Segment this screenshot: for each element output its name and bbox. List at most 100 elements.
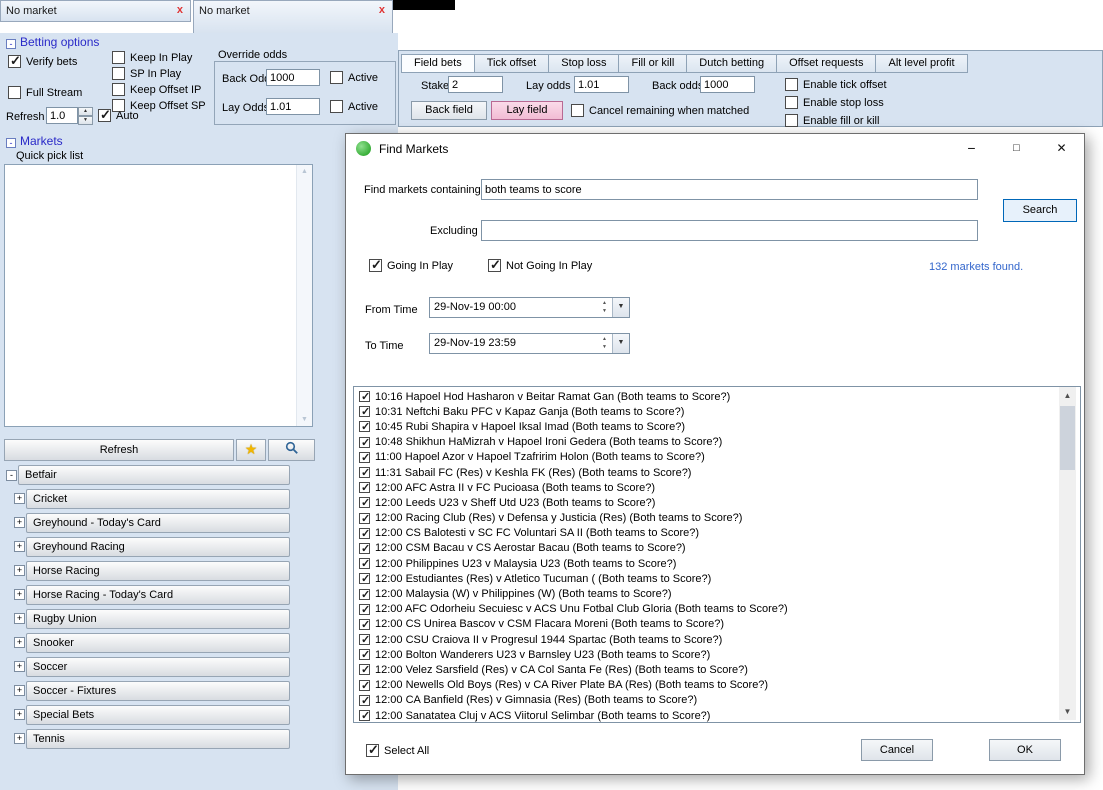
market-checkbox[interactable] [359, 573, 370, 584]
quick-pick-scrollbar[interactable]: ▲ ▼ [296, 165, 312, 426]
field-tab[interactable]: Field bets [401, 54, 475, 73]
excluding-input[interactable] [481, 220, 978, 241]
field-tab[interactable]: Offset requests [777, 54, 876, 73]
keep-in-play-checkbox[interactable] [112, 51, 125, 64]
refresh-interval-input[interactable] [46, 107, 78, 124]
market-row[interactable]: 12:00 Estudiantes (Res) v Atletico Tucum… [354, 571, 1080, 586]
refresh-button[interactable]: Refresh [4, 439, 234, 461]
expand-icon[interactable]: + [14, 565, 25, 576]
market-row[interactable]: 10:16 Hapoel Hod Hasharon v Beitar Ramat… [354, 389, 1080, 404]
enable-tick-offset-checkbox[interactable] [785, 78, 798, 91]
tab-no-market-1[interactable]: No market x [0, 0, 191, 22]
spin-up-icon[interactable]: ▲ [78, 107, 93, 116]
enable-stop-loss-checkbox[interactable] [785, 96, 798, 109]
tree-item[interactable]: Special Bets [26, 705, 290, 725]
field-tab[interactable]: Stop loss [549, 54, 619, 73]
market-checkbox[interactable] [359, 452, 370, 463]
lay-field-button[interactable]: Lay field [491, 101, 563, 120]
tree-root-betfair[interactable]: Betfair [18, 465, 290, 485]
scrollbar-thumb[interactable] [1060, 406, 1075, 470]
tree-item[interactable]: Rugby Union [26, 609, 290, 629]
dialog-titlebar[interactable]: Find Markets − □ ✕ [346, 134, 1084, 163]
market-row[interactable]: 11:00 Hapoel Azor v Hapoel Tzafririm Hol… [354, 450, 1080, 465]
favourites-button[interactable]: ★ [236, 439, 266, 461]
expand-icon[interactable]: + [14, 709, 25, 720]
market-checkbox[interactable] [359, 619, 370, 630]
expand-icon[interactable]: + [14, 637, 25, 648]
market-row[interactable]: 12:00 CS Balotesti v SC FC Voluntari SA … [354, 526, 1080, 541]
market-checkbox[interactable] [359, 634, 370, 645]
market-checkbox[interactable] [359, 437, 370, 448]
market-row[interactable]: 12:00 CSU Craiova II v Progresul 1944 Sp… [354, 632, 1080, 647]
market-checkbox[interactable] [359, 543, 370, 554]
market-row[interactable]: 12:00 CS Unirea Bascov v CSM Flacara Mor… [354, 617, 1080, 632]
tree-item[interactable]: Cricket [26, 489, 290, 509]
expand-icon[interactable]: + [14, 589, 25, 600]
expand-icon[interactable]: + [14, 685, 25, 696]
cancel-button[interactable]: Cancel [861, 739, 933, 761]
market-row[interactable]: 12:00 Newells Old Boys (Res) v CA River … [354, 678, 1080, 693]
tree-item[interactable]: Snooker [26, 633, 290, 653]
market-list[interactable]: 10:16 Hapoel Hod Hasharon v Beitar Ramat… [353, 386, 1081, 723]
search-button[interactable]: Search [1003, 199, 1077, 222]
market-checkbox[interactable] [359, 513, 370, 524]
close-button[interactable]: ✕ [1039, 134, 1084, 163]
market-row[interactable]: 12:00 AFC Odorheiu Secuiesc v ACS Unu Fo… [354, 602, 1080, 617]
field-tab[interactable]: Tick offset [475, 54, 550, 73]
market-row[interactable]: 12:00 AFC Astra II v FC Pucioasa (Both t… [354, 480, 1080, 495]
market-checkbox[interactable] [359, 680, 370, 691]
not-going-in-play-checkbox[interactable] [488, 259, 501, 272]
market-row[interactable]: 12:00 Racing Club (Res) v Defensa y Just… [354, 511, 1080, 526]
lay-odds-active-checkbox[interactable] [330, 100, 343, 113]
market-row[interactable]: 12:00 Malaysia (W) v Philippines (W) (Bo… [354, 586, 1080, 601]
field-lay-odds-input[interactable] [574, 76, 629, 93]
market-row[interactable]: 12:00 Bolton Wanderers U23 v Barnsley U2… [354, 647, 1080, 662]
keep-offset-ip-checkbox[interactable] [112, 83, 125, 96]
tree-item[interactable]: Greyhound Racing [26, 537, 290, 557]
tree-item[interactable]: Horse Racing [26, 561, 290, 581]
spin-down-icon[interactable]: ▼ [78, 116, 93, 125]
stake-input[interactable] [448, 76, 503, 93]
field-tab[interactable]: Fill or kill [619, 54, 687, 73]
market-checkbox[interactable] [359, 558, 370, 569]
spinner-icon[interactable]: ▲▼ [598, 299, 611, 317]
spinner-icon[interactable]: ▲▼ [598, 335, 611, 353]
market-row[interactable]: 12:00 CA Banfield (Res) v Gimnasia (Res)… [354, 693, 1080, 708]
market-row[interactable]: 10:31 Neftchi Baku PFC v Kapaz Ganja (Bo… [354, 404, 1080, 419]
maximize-button[interactable]: □ [994, 134, 1039, 163]
market-list-scrollbar[interactable]: ▲ ▼ [1059, 387, 1076, 720]
market-checkbox[interactable] [359, 497, 370, 508]
find-markets-input[interactable] [481, 179, 978, 200]
tree-item[interactable]: Tennis [26, 729, 290, 749]
spin-down-icon[interactable]: ▼ [602, 343, 607, 351]
from-time-picker[interactable]: 29-Nov-19 00:00 ▲▼ ▼ [429, 297, 630, 318]
full-stream-checkbox[interactable] [8, 86, 21, 99]
expand-icon[interactable]: + [14, 733, 25, 744]
to-time-picker[interactable]: 29-Nov-19 23:59 ▲▼ ▼ [429, 333, 630, 354]
spin-up-icon[interactable]: ▲ [602, 335, 607, 343]
market-row[interactable]: 11:31 Sabail FC (Res) v Keshla FK (Res) … [354, 465, 1080, 480]
market-checkbox[interactable] [359, 589, 370, 600]
scroll-up-icon[interactable]: ▲ [1059, 391, 1076, 400]
field-tab[interactable]: Dutch betting [687, 54, 777, 73]
market-checkbox[interactable] [359, 391, 370, 402]
verify-bets-checkbox[interactable] [8, 55, 21, 68]
expand-icon[interactable]: + [14, 517, 25, 528]
market-checkbox[interactable] [359, 467, 370, 478]
market-row[interactable]: 10:45 Rubi Shapira v Hapoel Iksal Imad (… [354, 419, 1080, 434]
market-row[interactable]: 12:00 Philippines U23 v Malaysia U23 (Bo… [354, 556, 1080, 571]
market-row[interactable]: 12:00 Velez Sarsfield (Res) v CA Col San… [354, 662, 1080, 677]
tree-item[interactable]: Soccer - Fixtures [26, 681, 290, 701]
expand-icon[interactable]: + [14, 493, 25, 504]
search-markets-button[interactable] [268, 439, 315, 461]
market-row[interactable]: 12:00 CSM Bacau v CS Aerostar Bacau (Bot… [354, 541, 1080, 556]
auto-checkbox[interactable] [98, 109, 111, 122]
refresh-spinner[interactable]: ▲ ▼ [78, 107, 93, 124]
collapse-icon[interactable]: - [6, 39, 16, 49]
sp-in-play-checkbox[interactable] [112, 67, 125, 80]
market-checkbox[interactable] [359, 664, 370, 675]
market-row[interactable]: 12:00 Leeds U23 v Sheff Utd U23 (Both te… [354, 495, 1080, 510]
expand-icon[interactable]: + [14, 541, 25, 552]
back-odds-input[interactable] [266, 69, 320, 86]
scroll-up-icon[interactable]: ▲ [297, 168, 312, 175]
